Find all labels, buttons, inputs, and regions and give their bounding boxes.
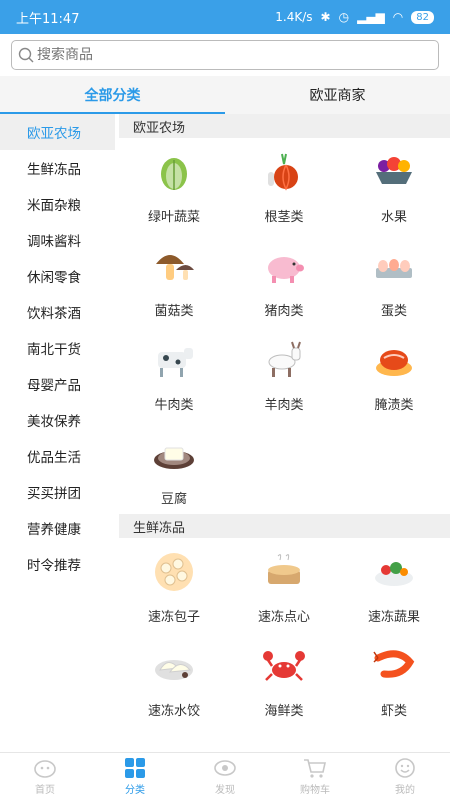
category-item[interactable]: 根茎类 <box>229 138 339 232</box>
sidebar-item-condiments[interactable]: 调味酱料 <box>0 222 115 258</box>
category-item[interactable]: 海鲜类 <box>229 632 339 726</box>
shrimp-icon <box>372 644 416 688</box>
sidebar-item-baby[interactable]: 母婴产品 <box>0 366 115 402</box>
nav-category[interactable]: 分类 <box>90 753 180 800</box>
category-item[interactable]: 速冻蔬果 <box>339 538 449 632</box>
sidebar-item-farm[interactable]: 欧亚农场 <box>0 114 115 150</box>
category-item[interactable]: 豆腐 <box>119 420 229 514</box>
category-item[interactable]: 绿叶蔬菜 <box>119 138 229 232</box>
eye-icon <box>214 760 236 776</box>
crab-icon <box>262 644 306 688</box>
category-item[interactable]: 虾类 <box>339 632 449 726</box>
sidebar-item-fresh-frozen[interactable]: 生鲜冻品 <box>0 150 115 186</box>
buns-icon <box>152 550 196 594</box>
status-bar: 上午11:47 1.4K/s ✱ ◷ ▂▄▆ ◠ 82 <box>0 0 450 34</box>
category-content: 欧亚农场 绿叶蔬菜 根茎类 水果 菌菇类 猪肉类 蛋类 牛肉类 羊肉类 腌渍类 … <box>119 114 450 752</box>
battery-badge: 82 <box>411 10 434 24</box>
dumplings-icon <box>152 644 196 688</box>
goat-icon <box>262 338 306 382</box>
sidebar-item-group-buy[interactable]: 买买拼团 <box>0 474 115 510</box>
section-title: 生鲜冻品 <box>119 514 450 538</box>
sidebar-item-dry-goods[interactable]: 南北干货 <box>0 330 115 366</box>
search-icon <box>18 47 34 63</box>
category-grid-icon <box>125 758 145 778</box>
category-item[interactable]: 菌菇类 <box>119 232 229 326</box>
home-icon <box>34 760 56 778</box>
pig-icon <box>262 244 306 288</box>
veg-plate-icon <box>372 550 416 594</box>
cow-icon <box>152 338 196 382</box>
status-time: 上午11:47 <box>16 11 80 27</box>
category-grid: 绿叶蔬菜 根茎类 水果 菌菇类 猪肉类 蛋类 牛肉类 羊肉类 腌渍类 豆腐 <box>119 138 450 514</box>
category-item[interactable]: 速冻包子 <box>119 538 229 632</box>
sidebar-item-living[interactable]: 优品生活 <box>0 438 115 474</box>
sidebar-item-beauty[interactable]: 美妆保养 <box>0 402 115 438</box>
sidebar-item-snacks[interactable]: 休闲零食 <box>0 258 115 294</box>
mushroom-icon <box>152 244 196 288</box>
nav-home[interactable]: 首页 <box>0 753 90 800</box>
bluetooth-icon: ✱ <box>320 10 331 24</box>
dimsum-icon <box>262 550 306 594</box>
kimchi-icon <box>372 338 416 382</box>
cabbage-icon <box>152 150 196 194</box>
nav-discover[interactable]: 发现 <box>180 753 270 800</box>
wifi-icon: ◠ <box>392 10 404 24</box>
category-grid: 速冻包子 速冻点心 速冻蔬果 速冻水饺 海鲜类 虾类 <box>119 538 450 726</box>
signal-icon: ▂▄▆ <box>357 10 385 24</box>
section-title: 欧亚农场 <box>119 114 450 138</box>
tab-ouya-merchants[interactable]: 欧亚商家 <box>225 76 450 114</box>
nav-cart[interactable]: 购物车 <box>270 753 360 800</box>
fruit-bowl-icon <box>372 150 416 194</box>
eggs-icon <box>372 244 416 288</box>
network-speed: 1.4K/s <box>275 10 313 24</box>
category-item[interactable]: 蛋类 <box>339 232 449 326</box>
category-item[interactable]: 速冻点心 <box>229 538 339 632</box>
category-item[interactable]: 猪肉类 <box>229 232 339 326</box>
sidebar-item-drinks[interactable]: 饮料茶酒 <box>0 294 115 330</box>
category-sidebar: 欧亚农场 生鲜冻品 米面杂粮 调味酱料 休闲零食 饮料茶酒 南北干货 母婴产品 … <box>0 114 115 752</box>
tab-all-categories[interactable]: 全部分类 <box>0 76 225 114</box>
alarm-icon: ◷ <box>338 10 350 24</box>
bottom-nav: 首页 分类 发现 购物车 我的 <box>0 752 450 800</box>
search-bar <box>0 34 450 76</box>
smile-icon <box>395 758 415 778</box>
category-item[interactable]: 牛肉类 <box>119 326 229 420</box>
cart-icon <box>304 759 326 778</box>
sidebar-item-seasonal[interactable]: 时令推荐 <box>0 546 115 582</box>
nav-mine[interactable]: 我的 <box>360 753 450 800</box>
status-indicators: 1.4K/s ✱ ◷ ▂▄▆ ◠ 82 <box>275 10 434 24</box>
category-item[interactable]: 腌渍类 <box>339 326 449 420</box>
search-input[interactable] <box>37 47 417 63</box>
search-box[interactable] <box>11 40 439 70</box>
sidebar-item-grains[interactable]: 米面杂粮 <box>0 186 115 222</box>
onion-icon <box>262 150 306 194</box>
category-item[interactable]: 速冻水饺 <box>119 632 229 726</box>
category-item[interactable]: 水果 <box>339 138 449 232</box>
category-item[interactable]: 羊肉类 <box>229 326 339 420</box>
sidebar-item-health[interactable]: 营养健康 <box>0 510 115 546</box>
tofu-icon <box>152 432 196 476</box>
category-tabs: 全部分类 欧亚商家 <box>0 76 450 114</box>
